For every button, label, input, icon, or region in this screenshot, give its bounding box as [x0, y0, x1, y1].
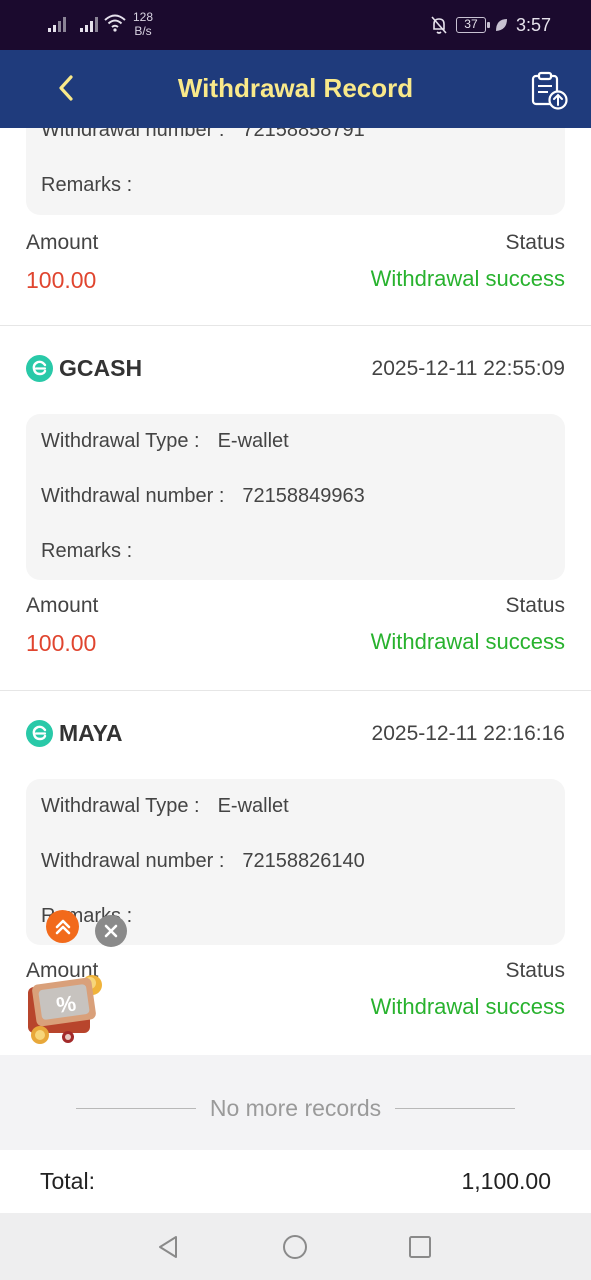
amount-value: 100.00	[26, 630, 97, 656]
total-value: 1,100.00	[461, 1168, 551, 1194]
close-promo-button[interactable]	[95, 915, 127, 947]
withdrawal-number-label: Withdrawal number :	[41, 485, 225, 507]
nav-home-button[interactable]	[279, 1231, 311, 1263]
record-datetime: 2025-12-11 22:55:09	[371, 357, 565, 380]
divider-line	[395, 1108, 516, 1109]
svg-text:%: %	[55, 990, 78, 1017]
record-header: MAYA 2025-12-11 22:16:16	[26, 720, 565, 760]
record-card: GCASH 2025-12-11 22:55:09 Withdrawal Typ…	[0, 326, 591, 689]
status-label: Status	[505, 594, 565, 617]
withdrawal-number-row: Withdrawal number : 72158826140	[41, 850, 365, 873]
clipboard-upload-icon	[531, 71, 568, 110]
no-more-records-text: No more records	[209, 1095, 382, 1121]
withdrawal-number-value: 72158858791	[242, 128, 365, 141]
triangle-back-icon	[159, 1236, 177, 1258]
withdrawal-type-value: E-wallet	[217, 430, 289, 452]
remarks-row: Remarks :	[41, 174, 150, 197]
withdrawal-type-value: E-wallet	[217, 795, 289, 817]
withdrawal-type-row: Withdrawal Type : E-wallet	[41, 430, 289, 453]
scroll-to-top-button[interactable]	[46, 910, 79, 943]
nav-back-button[interactable]	[152, 1231, 184, 1263]
remarks-label: Remarks :	[41, 174, 133, 196]
amount-label: Amount	[26, 594, 99, 617]
signal-icon	[80, 16, 98, 32]
status-value: Withdrawal success	[370, 629, 565, 654]
withdrawal-number-value: 72158826140	[242, 850, 365, 872]
nav-recents-button[interactable]	[404, 1231, 436, 1263]
record-card-partial: Withdrawal number : 72158858791 Remarks :…	[0, 128, 591, 325]
close-icon	[104, 924, 118, 938]
record-export-button[interactable]	[528, 70, 570, 112]
double-chevron-up-icon	[55, 919, 70, 934]
withdrawal-number-label: Withdrawal number :	[41, 850, 225, 872]
record-list[interactable]: Withdrawal number : 72158858791 Remarks :…	[0, 128, 591, 1055]
remarks-row: Remarks :	[41, 540, 150, 563]
withdrawal-type-row: Withdrawal Type : E-wallet	[41, 795, 289, 818]
wifi-icon	[104, 14, 126, 32]
square-recents-icon	[409, 1236, 431, 1258]
remarks-label: Remarks :	[41, 540, 133, 562]
status-label: Status	[505, 959, 565, 982]
method-label: GCASH	[59, 355, 143, 381]
network-speed: 128 B/s	[133, 10, 153, 38]
withdrawal-number-label: Withdrawal number :	[41, 128, 225, 141]
record-header: GCASH 2025-12-11 22:55:09	[26, 355, 565, 395]
battery-icon: 37	[455, 17, 490, 33]
status-right: 37 3:57	[430, 12, 551, 38]
signal-icon	[48, 16, 66, 32]
amount-label: Amount	[26, 231, 99, 254]
withdrawal-number-row: Withdrawal number : 72158849963	[41, 485, 365, 508]
status-value: Withdrawal success	[370, 994, 565, 1019]
method-label: MAYA	[59, 720, 123, 746]
withdrawal-number-row: Withdrawal number : 72158858791	[41, 128, 365, 142]
withdrawal-type-label: Withdrawal Type :	[41, 795, 200, 817]
no-more-records: No more records	[0, 1095, 591, 1122]
back-button[interactable]	[48, 70, 84, 106]
gift-coupon-icon: %	[28, 975, 102, 1044]
withdrawal-number-value: 72158849963	[242, 485, 365, 507]
list-end-area: No more records	[0, 1055, 591, 1150]
method-name: GCASH	[26, 355, 142, 382]
withdrawal-type-label: Withdrawal Type :	[41, 430, 200, 452]
leaf-icon	[495, 19, 507, 31]
network-speed-unit: B/s	[134, 24, 152, 38]
wallet-logo-icon	[26, 355, 53, 382]
method-name: MAYA	[26, 720, 123, 747]
total-bar: Total: 1,100.00	[0, 1150, 591, 1213]
clock: 3:57	[515, 14, 551, 35]
wallet-logo-icon	[26, 720, 53, 747]
detail-box: Withdrawal number : 72158858791 Remarks :	[26, 128, 565, 215]
app-header: Withdrawal Record	[0, 50, 591, 128]
status-value: Withdrawal success	[370, 266, 565, 291]
promo-badge[interactable]: %	[20, 965, 112, 1047]
record-datetime: 2025-12-11 22:16:16	[371, 722, 565, 745]
network-speed-value: 128	[133, 10, 154, 24]
amount-value: 100.00	[26, 267, 97, 293]
bell-mute-icon	[431, 16, 447, 34]
status-label: Status	[505, 231, 565, 254]
system-nav-bar	[0, 1213, 591, 1280]
circle-home-icon	[283, 1235, 307, 1259]
divider-line	[75, 1108, 196, 1109]
total-label: Total:	[40, 1168, 95, 1194]
page-title: Withdrawal Record	[177, 73, 414, 103]
status-bar: 128 B/s 37 3:57	[0, 0, 591, 50]
detail-box: Withdrawal Type : E-wallet Withdrawal num…	[26, 414, 565, 580]
chevron-left-icon	[59, 75, 73, 101]
